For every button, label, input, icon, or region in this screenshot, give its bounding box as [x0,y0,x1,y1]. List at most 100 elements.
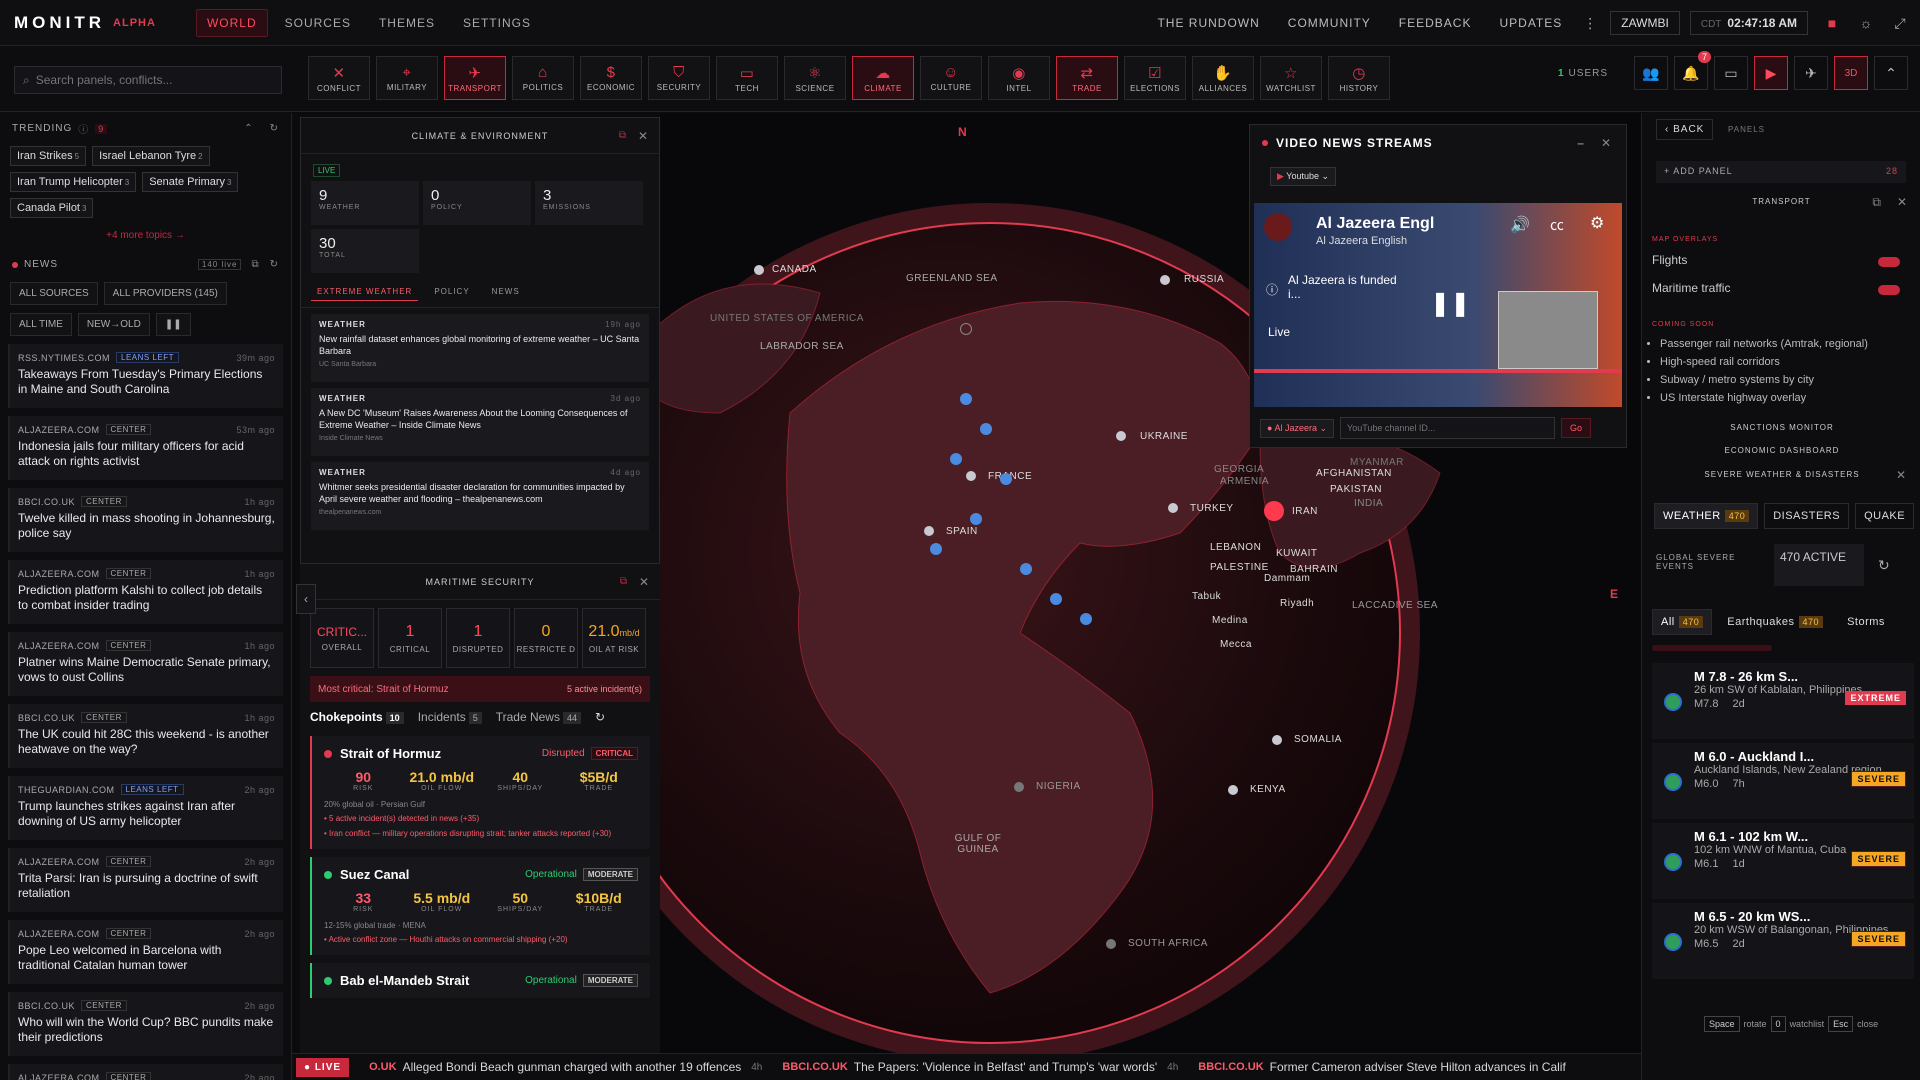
bell-icon[interactable]: 🔔 7 [1674,51,1711,90]
nav-tab-world[interactable]: WORLD [195,8,268,37]
filter-tab-earthquakes[interactable]: Earthquakes 470 [1718,609,1832,635]
app-logo[interactable]: MONITR [14,13,105,33]
chat-icon[interactable]: ▭ [1714,56,1748,90]
econ-title[interactable]: ECONOMIC DASHBOARD [1692,446,1872,455]
quake-item[interactable]: M 7.8 - 26 km S... 26 km SW of Kablalan, … [1652,663,1914,739]
filter-scrollbar[interactable] [1652,645,1772,651]
category-security[interactable]: ⛉ SECURITY [648,56,710,100]
category-alliances[interactable]: ✋ ALLIANCES [1192,56,1254,100]
news-headline[interactable]: Twelve killed in mass shooting in Johann… [18,511,275,541]
view-3d-button[interactable]: 3D [1834,56,1868,90]
close-icon[interactable]: ✕ [638,129,649,143]
record-icon[interactable]: ■ [1818,9,1846,37]
news-item[interactable]: BBCI.CO.UK CENTER 1h ago The UK could hit 2… [8,704,283,768]
tab-extreme-weather[interactable]: EXTREME WEATHER [311,283,419,301]
trending-chip[interactable]: Canada Pilot 3 [10,198,94,218]
flights-toggle[interactable] [1878,257,1900,267]
pip-preview[interactable] [1498,291,1598,369]
channel-avatar[interactable] [1264,213,1292,241]
close-icon[interactable]: ✕ [1897,195,1907,209]
news-item[interactable]: ALJAZEERA.COM CENTER 53m ago Indonesia jail… [8,416,283,480]
category-trade[interactable]: ⇄ TRADE [1056,56,1118,100]
severe-tab-weather[interactable]: WEATHER 470 [1654,503,1759,529]
severe-tab-disasters[interactable]: DISASTERS [1764,503,1850,529]
sort-time[interactable]: ALL TIME [10,313,72,336]
severe-tab-quake[interactable]: QUAKE [1855,503,1915,529]
collapse-icon[interactable]: ⌃ [244,123,253,134]
filter-providers[interactable]: ALL PROVIDERS (145) [103,282,227,305]
news-headline[interactable]: Platner wins Maine Democratic Senate pri… [18,655,275,685]
maritime-tab-trade-news[interactable]: Trade News 44 [496,710,581,724]
category-history[interactable]: ◷ HISTORY [1328,56,1390,100]
search-box[interactable]: ⌕ [14,66,282,94]
back-button[interactable]: ‹ BACK [1656,119,1714,140]
trending-chip[interactable]: Senate Primary 3 [142,172,239,192]
trending-chip[interactable]: Iran Trump Helicopter 3 [10,172,137,192]
category-intel[interactable]: ◉ INTEL [988,56,1050,100]
trending-chip[interactable]: Israel Lebanon Tyre 2 [92,146,210,166]
funded-notice[interactable]: Al Jazeera is funded i... [1288,273,1398,301]
chokepoint-card[interactable]: Strait of Hormuz Disrupted CRITICAL 90 RISK 2… [310,736,650,849]
news-item[interactable]: BBCI.CO.UK CENTER 1h ago Twelve killed in m… [8,488,283,552]
sanctions-title[interactable]: SANCTIONS MONITOR [1692,423,1872,432]
collapse-left-icon[interactable]: ‹ [296,584,316,614]
nav-tab-themes[interactable]: THEMES [368,9,446,37]
climate-item[interactable]: WEATHER 3d ago A New DC 'Museum' Raises Aw… [311,388,649,456]
channel-select[interactable]: ● Al Jazeera ⌄ [1260,418,1335,438]
chevron-up-icon[interactable]: ⌃ [1874,56,1908,90]
news-item[interactable]: THEGUARDIAN.COM LEANS LEFT 2h ago Trump lau… [8,776,283,840]
chokepoint-card[interactable]: Bab el-Mandeb Strait Operational MODERATE [310,963,650,998]
more-vertical-icon[interactable]: ⋮ [1576,9,1604,37]
nav-tab-sources[interactable]: SOURCES [274,9,362,37]
close-icon[interactable]: ✕ [1601,136,1612,150]
marker-ukraine[interactable] [1116,431,1126,441]
user-name[interactable]: ZAWMBI [1610,11,1680,35]
channel-id-input[interactable] [1340,417,1556,439]
platform-select[interactable]: ▶ Youtube ⌄ [1270,167,1337,186]
category-science[interactable]: ⚛ SCIENCE [784,56,846,100]
refresh-icon[interactable]: ↻ [595,710,605,724]
marker-turkey[interactable] [1168,503,1178,513]
sun-icon[interactable]: ☼ [1852,9,1880,37]
climate-item[interactable]: WEATHER 19h ago New rainfall dataset enhan… [311,314,649,382]
more-topics-link[interactable]: +4 more topics → [0,226,291,245]
settings-icon[interactable]: ⚙ [1590,213,1604,233]
maritime-tab-incidents[interactable]: Incidents 5 [418,710,482,724]
external-link-icon[interactable]: ⧉ [619,130,627,141]
progress-bar[interactable] [1254,369,1622,373]
tab-policy[interactable]: POLICY [428,283,475,301]
video-player[interactable]: Al Jazeera Engl Al Jazeera English 🔊 ㏄ ⚙… [1254,203,1622,407]
category-politics[interactable]: ⌂ POLITICS [512,56,574,100]
sort-order[interactable]: NEW→OLD [77,313,150,336]
news-headline[interactable]: Trita Parsi: Iran is pursuing a doctrine… [18,871,275,901]
refresh-icon[interactable]: ↻ [1878,557,1890,574]
ticker-headline[interactable]: Alleged Bondi Beach gunman charged with … [403,1060,742,1074]
marker-iran[interactable] [1264,501,1284,521]
cc-icon[interactable]: ㏄ [1550,215,1564,235]
ticker-headline[interactable]: Former Cameron adviser Steve Hilton adva… [1270,1060,1566,1074]
climate-item-title[interactable]: Whitmer seeks presidential disaster decl… [319,481,641,505]
climate-item-title[interactable]: A New DC 'Museum' Raises Awareness About… [319,407,641,431]
category-transport[interactable]: ✈ TRANSPORT [444,56,506,100]
news-item[interactable]: RSS.NYTIMES.COM LEANS LEFT 39m ago Takeaway… [8,344,283,408]
category-watchlist[interactable]: ☆ WATCHLIST [1260,56,1322,100]
maritime-tab-chokepoints[interactable]: Chokepoints 10 [310,710,404,724]
marker-somalia[interactable] [1272,735,1282,745]
search-input[interactable] [35,73,256,87]
news-headline[interactable]: Indonesia jails four military officers f… [18,439,275,469]
video-icon[interactable]: ▶ [1754,56,1788,90]
refresh-icon[interactable]: ↻ [270,259,279,270]
marker-canada[interactable] [754,265,764,275]
close-icon[interactable]: ✕ [639,575,650,589]
news-item[interactable]: ALJAZEERA.COM CENTER 1h ago Prediction plat… [8,560,283,624]
marker-south-africa[interactable] [1106,939,1116,949]
climate-item-title[interactable]: New rainfall dataset enhances global mon… [319,333,641,357]
news-item[interactable]: ALJAZEERA.COM CENTER 2h ago Trita Parsi: Ir… [8,848,283,912]
fullscreen-icon[interactable]: ⤢ [1886,9,1914,37]
maritime-toggle[interactable] [1878,285,1900,295]
event-cluster-europe[interactable] [960,393,972,405]
news-headline[interactable]: The UK could hit 28C this weekend - is a… [18,727,275,757]
info-icon[interactable]: ⓘ [1266,281,1278,298]
pause-icon[interactable]: ❚❚ [155,313,191,336]
link-community[interactable]: COMMUNITY [1288,16,1371,30]
